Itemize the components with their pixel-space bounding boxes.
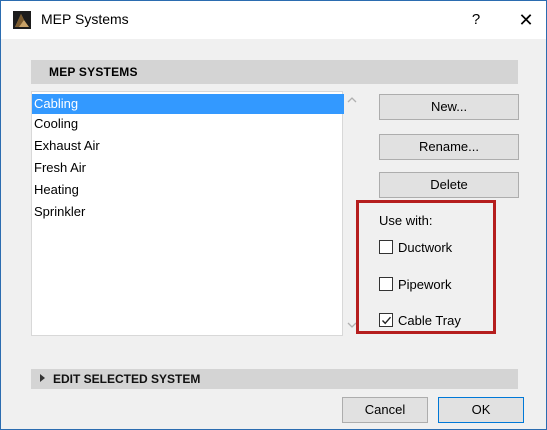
window-title: MEP Systems [41,11,129,27]
expand-triangle-icon[interactable] [40,374,45,382]
pipework-checkbox[interactable] [379,277,393,291]
archicad-app-icon [13,11,31,29]
close-button[interactable]: ✕ [513,7,539,33]
list-item[interactable]: Heating [32,180,344,200]
ductwork-label[interactable]: Ductwork [398,240,452,255]
ok-button[interactable]: OK [438,397,524,423]
new-button[interactable]: New... [379,94,519,120]
pipework-label[interactable]: Pipework [398,277,451,292]
section-title: MEP SYSTEMS [49,65,138,79]
mep-systems-dialog: MEP Systems ? ✕ MEP SYSTEMS Cabling Cool… [0,0,547,430]
rename-button[interactable]: Rename... [379,134,519,160]
list-item[interactable]: Cabling [32,94,344,114]
scroll-up-chevron-icon[interactable] [345,94,359,108]
cable-tray-label[interactable]: Cable Tray [398,313,461,328]
title-bar: MEP Systems ? ✕ [1,1,546,39]
list-item[interactable]: Exhaust Air [32,136,344,156]
list-item[interactable]: Cooling [32,114,344,134]
edit-section-title: EDIT SELECTED SYSTEM [53,372,201,386]
mep-systems-section-header: MEP SYSTEMS [31,60,518,84]
checkmark-icon [381,316,392,325]
cable-tray-checkbox[interactable] [379,313,393,327]
cancel-button[interactable]: Cancel [342,397,428,423]
edit-selected-system-header[interactable]: EDIT SELECTED SYSTEM [31,369,518,389]
list-item[interactable]: Sprinkler [32,202,344,222]
help-button[interactable]: ? [463,7,489,33]
systems-list[interactable]: Cabling Cooling Exhaust Air Fresh Air He… [31,91,344,336]
use-with-label: Use with: [379,213,433,228]
delete-button[interactable]: Delete [379,172,519,198]
ductwork-checkbox[interactable] [379,240,393,254]
use-with-group: Use with: Ductwork Pipework Cable Tray [356,200,496,334]
list-item[interactable]: Fresh Air [32,158,344,178]
